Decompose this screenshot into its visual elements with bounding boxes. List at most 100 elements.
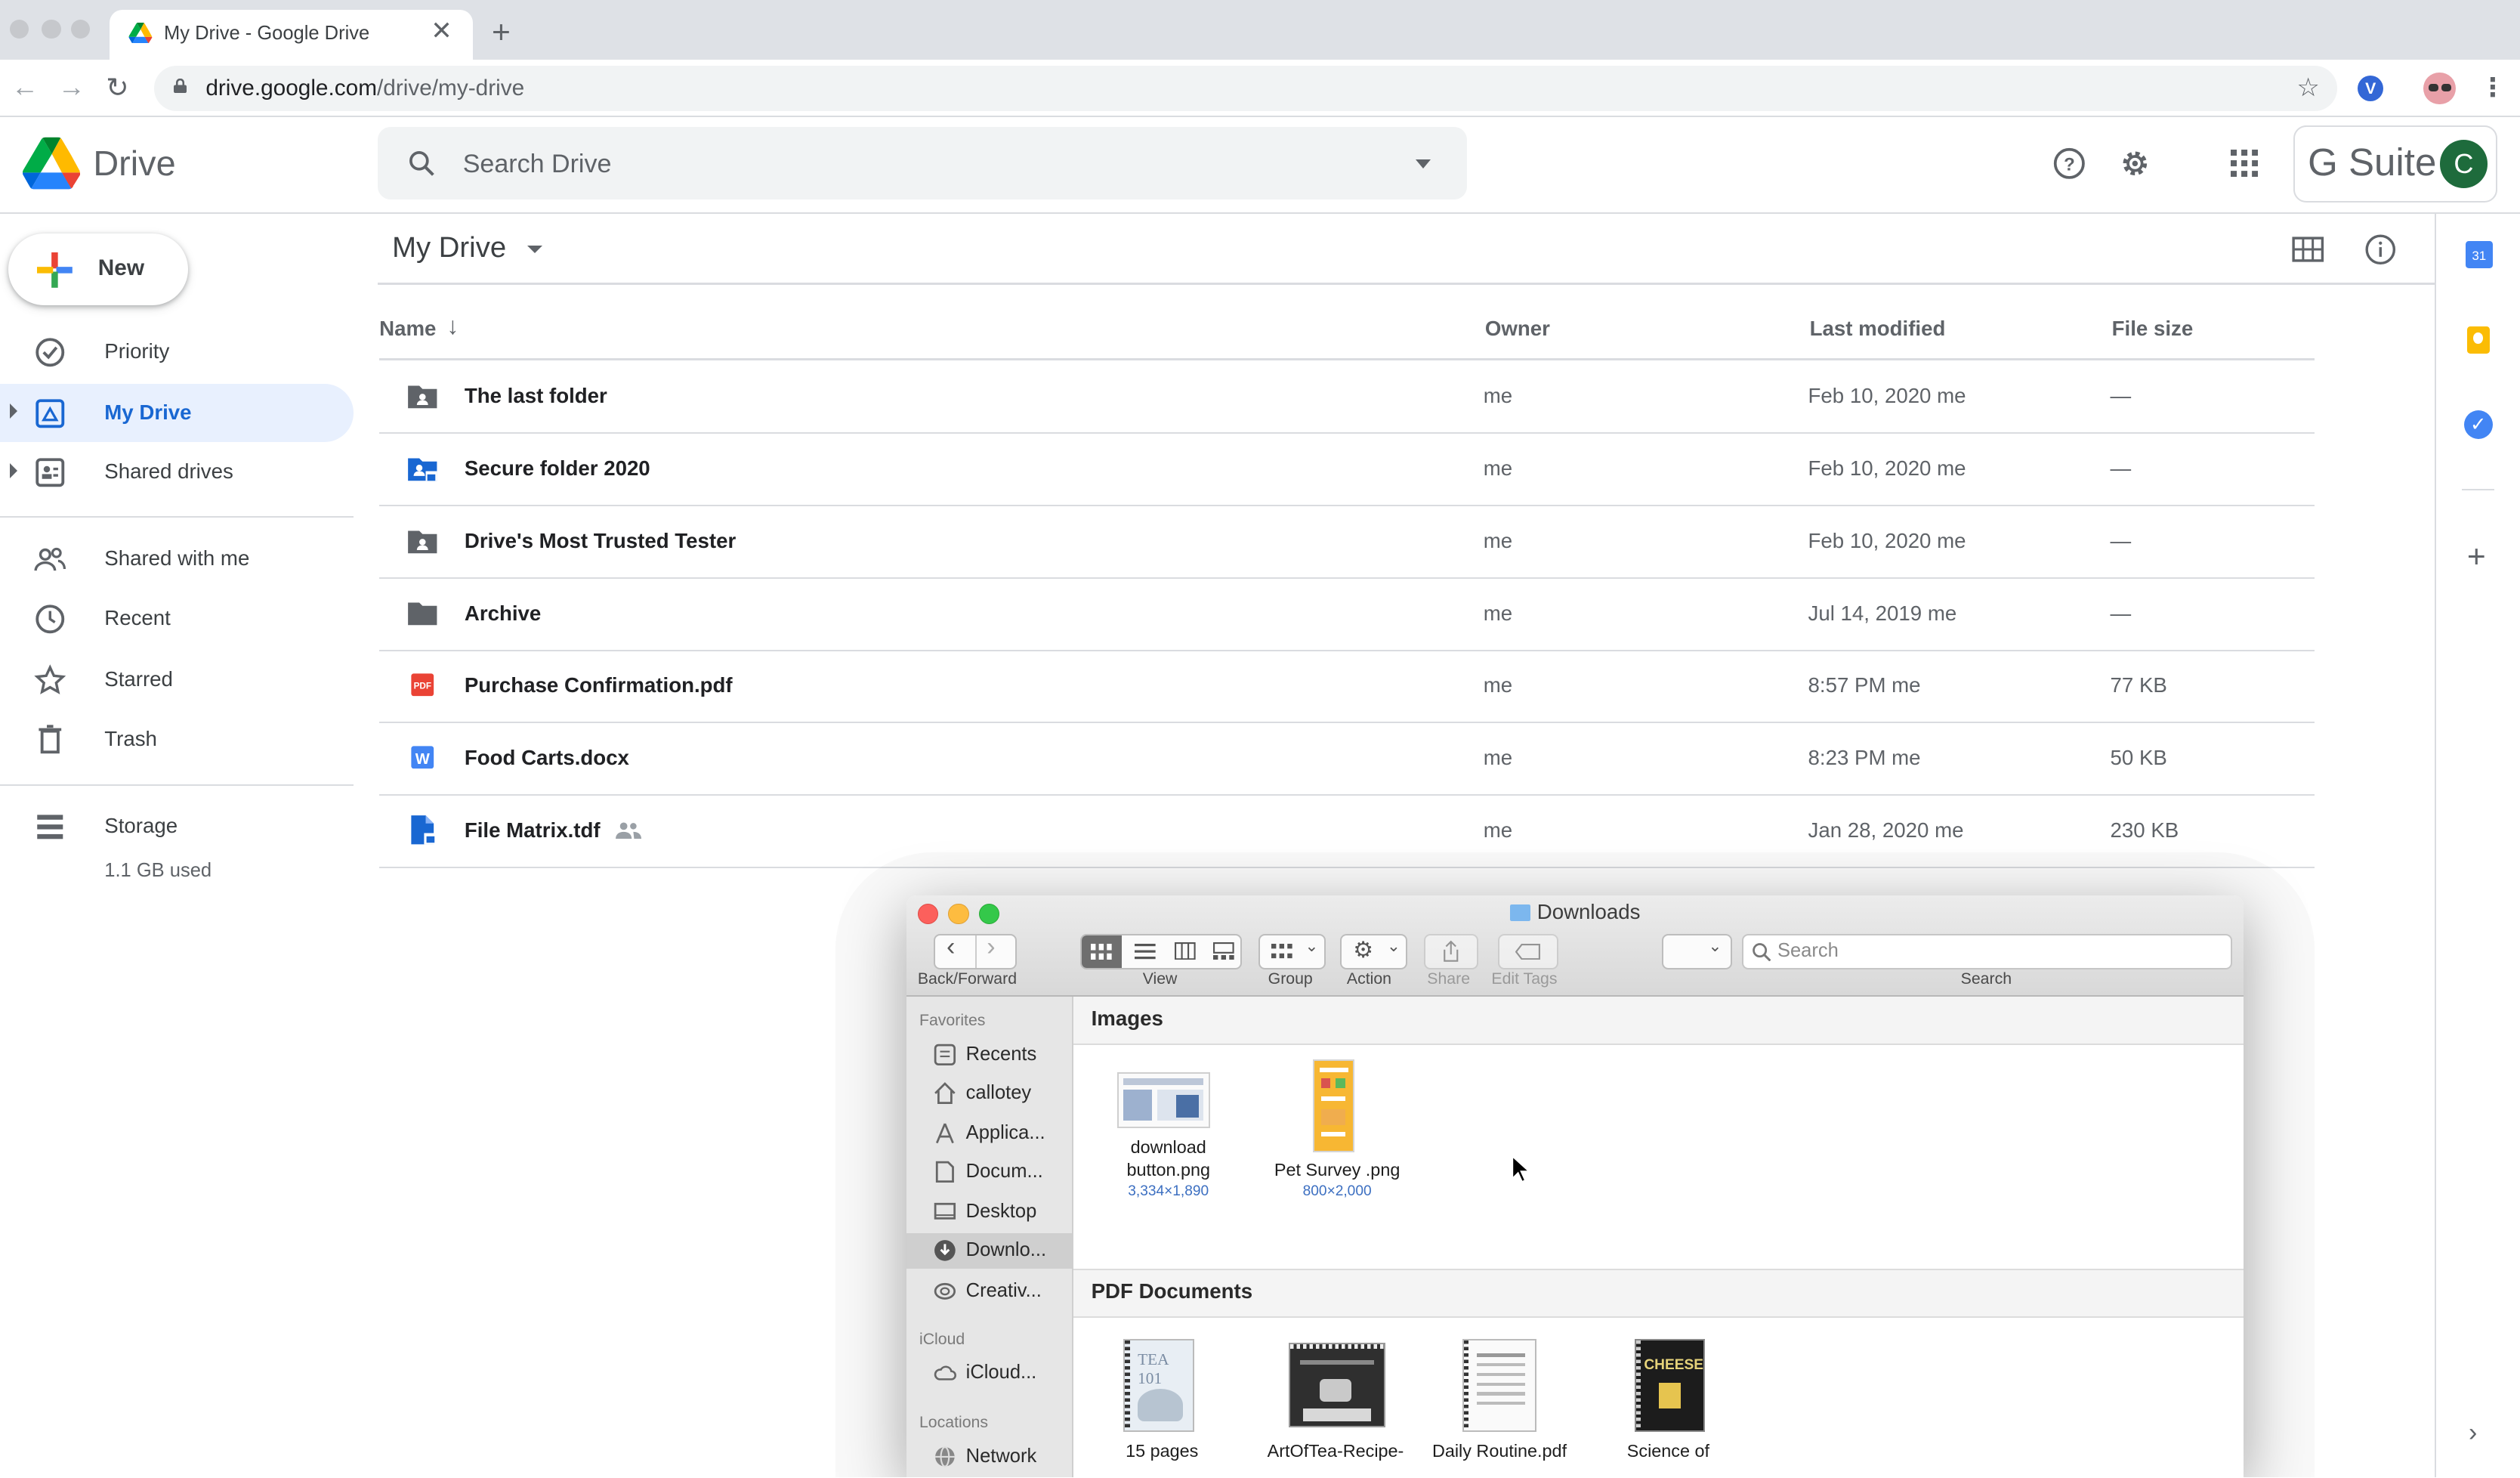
chrome-menu-icon[interactable]: ⋮	[2480, 73, 2506, 103]
list-view-icon[interactable]	[1134, 943, 1156, 960]
file-name: Archive	[464, 601, 542, 625]
finder-sidebar-item-home[interactable]: callotey	[906, 1075, 1072, 1111]
finder-sidebar-item-downloads[interactable]: Downlo...	[906, 1232, 1073, 1269]
view-mode-segmented[interactable]	[1079, 934, 1243, 969]
view-caption: View	[1142, 969, 1178, 988]
search-icon[interactable]	[406, 148, 437, 178]
calendar-icon[interactable]: 31	[2465, 241, 2493, 269]
back-chevron-icon[interactable]: ‹	[947, 932, 955, 962]
column-header-name[interactable]: Name	[379, 317, 436, 341]
group-button[interactable]: ⌄	[1258, 934, 1326, 969]
finder-sidebar-item-creative-cloud[interactable]: Creativ...	[906, 1273, 1072, 1309]
arrange-dropdown[interactable]: ⌄	[1661, 934, 1733, 969]
new-button[interactable]: New	[8, 233, 188, 306]
drive-logo-icon[interactable]	[22, 137, 81, 190]
share-button[interactable]	[1424, 934, 1479, 969]
finder-sidebar-item-network[interactable]: Network	[906, 1439, 1072, 1474]
table-row[interactable]: PDF Purchase Confirmation.pdf me 8:57 PM…	[379, 650, 2315, 724]
column-header-file-size[interactable]: File size	[2112, 317, 2194, 341]
back-forward-buttons[interactable]: ‹ ›	[934, 932, 1018, 969]
finder-search-field[interactable]: Search	[1742, 934, 2232, 969]
window-zoom-button[interactable]	[70, 19, 91, 39]
browser-tab[interactable]: My Drive - Google Drive ✕	[109, 9, 473, 60]
profile-avatar-icon[interactable]	[2423, 72, 2456, 105]
edit-tags-button[interactable]	[1497, 934, 1559, 969]
window-minimize-button[interactable]	[42, 19, 61, 39]
breadcrumb-my-drive[interactable]: My Drive	[392, 231, 542, 264]
table-row[interactable]: Archive me Jul 14, 2019 me —	[379, 577, 2315, 651]
search-options-dropdown-icon[interactable]	[1416, 159, 1431, 169]
finder-sidebar-item-icloud-drive[interactable]: iCloud...	[906, 1356, 1072, 1391]
file-size: —	[2110, 528, 2132, 552]
file-item-download-button-png[interactable]: download button.png 3,334×1,890	[1082, 1061, 1243, 1238]
tasks-icon[interactable]: ✓	[2463, 410, 2493, 439]
finder-sidebar-item-recents[interactable]: Recents	[906, 1037, 1072, 1072]
file-item-tea-101-pdf[interactable]: TEA 101 15 pages	[1082, 1334, 1243, 1477]
mouse-cursor-icon	[1512, 1154, 1532, 1183]
extension-v-icon[interactable]: V	[2358, 75, 2384, 102]
breadcrumb-dropdown-icon[interactable]	[527, 246, 542, 253]
tab-close-icon[interactable]: ✕	[431, 16, 452, 46]
file-name: Pet Survey .png	[1274, 1159, 1401, 1180]
search-drive-bar[interactable]: Search Drive	[377, 127, 1468, 199]
search-input[interactable]: Search Drive	[463, 150, 612, 179]
table-row[interactable]: W Food Carts.docx me 8:23 PM me 50 KB	[379, 722, 2315, 796]
gallery-view-icon[interactable]	[1213, 942, 1234, 960]
file-item-daily-routine-pdf[interactable]: Daily Routine.pdf	[1419, 1334, 1580, 1477]
table-row[interactable]: Drive's Most Trusted Tester me Feb 10, 2…	[379, 505, 2315, 579]
sidebar-item-priority[interactable]: Priority	[0, 323, 354, 382]
sidebar-item-starred[interactable]: Starred	[0, 651, 354, 710]
file-dimensions: 3,334×1,890	[1128, 1183, 1209, 1199]
grid-view-icon[interactable]	[2292, 237, 2324, 262]
file-owner: me	[1483, 818, 1513, 842]
finder-sidebar-item-applications[interactable]: Applica...	[906, 1116, 1072, 1152]
expand-caret-icon[interactable]	[9, 462, 17, 478]
sidebar-item-my-drive[interactable]: My Drive	[0, 384, 354, 443]
table-row[interactable]: Secure folder 2020 me Feb 10, 2020 me —	[379, 432, 2315, 507]
finder-search-input[interactable]: Search	[1777, 940, 1839, 962]
gsuite-account-switcher[interactable]: G Suite C	[2293, 125, 2498, 203]
info-icon[interactable]	[2364, 233, 2397, 266]
keep-icon[interactable]	[2466, 326, 2490, 354]
account-avatar[interactable]: C	[2439, 139, 2488, 188]
sidebar-item-shared-drives[interactable]: Shared drives	[0, 444, 354, 502]
expand-panel-chevron-icon[interactable]: ›	[2469, 1418, 2477, 1448]
sidebar-item-recent[interactable]: Recent	[0, 590, 354, 648]
add-addon-icon[interactable]: +	[2467, 539, 2486, 576]
settings-gear-icon[interactable]	[2118, 147, 2152, 181]
table-row[interactable]: The last folder me Feb 10, 2020 me —	[379, 360, 2315, 434]
icon-view-button[interactable]	[1081, 935, 1122, 968]
file-thumbnail	[1462, 1339, 1536, 1433]
finder-window[interactable]: Downloads ‹ › Back/Forward View ⌄ Group …	[906, 895, 2244, 1478]
apps-grid-icon[interactable]	[2231, 149, 2259, 177]
finder-sidebar-item-documents[interactable]: Docum...	[906, 1155, 1072, 1190]
column-header-last-modified[interactable]: Last modified	[1810, 317, 1946, 341]
sort-arrow-down-icon[interactable]: ↓	[446, 312, 459, 340]
forward-arrow-icon[interactable]: →	[58, 71, 85, 103]
sidebar-item-shared-with-me[interactable]: Shared with me	[0, 530, 354, 589]
file-item-artoftea-recipe-pdf[interactable]: ArtOfTea-Recipe-	[1250, 1334, 1411, 1477]
folder-icon	[408, 602, 437, 626]
my-drive-icon	[36, 398, 64, 428]
expand-caret-icon[interactable]	[9, 404, 17, 419]
window-close-button[interactable]	[9, 19, 29, 39]
action-button[interactable]: ⚙ ⌄	[1340, 934, 1408, 969]
column-view-icon[interactable]	[1175, 942, 1196, 960]
back-arrow-icon[interactable]: ←	[11, 71, 39, 103]
sidebar-item-trash[interactable]: Trash	[0, 710, 354, 768]
help-icon[interactable]: ?	[2052, 147, 2086, 181]
chevron-down-icon: ⌄	[1708, 937, 1722, 956]
icon-grid-icon	[1091, 943, 1113, 960]
trash-icon	[39, 725, 61, 754]
file-item-pet-survey-png[interactable]: Pet Survey .png 800×2,000	[1250, 1059, 1411, 1238]
address-bar[interactable]: drive.google.com/drive/my-drive ☆	[154, 66, 2337, 111]
sidebar-item-storage[interactable]: Storage	[0, 797, 354, 855]
new-button-label: New	[97, 255, 144, 281]
new-tab-icon[interactable]: +	[492, 14, 511, 51]
column-header-owner[interactable]: Owner	[1485, 317, 1550, 341]
reload-icon[interactable]: ↻	[106, 71, 128, 104]
bookmark-star-icon[interactable]: ☆	[2296, 73, 2320, 103]
finder-sidebar-item-desktop[interactable]: Desktop	[906, 1195, 1072, 1230]
file-item-science-of-cheese-pdf[interactable]: CHEESE Science of	[1588, 1334, 1749, 1477]
forward-chevron-icon[interactable]: ›	[987, 932, 995, 962]
